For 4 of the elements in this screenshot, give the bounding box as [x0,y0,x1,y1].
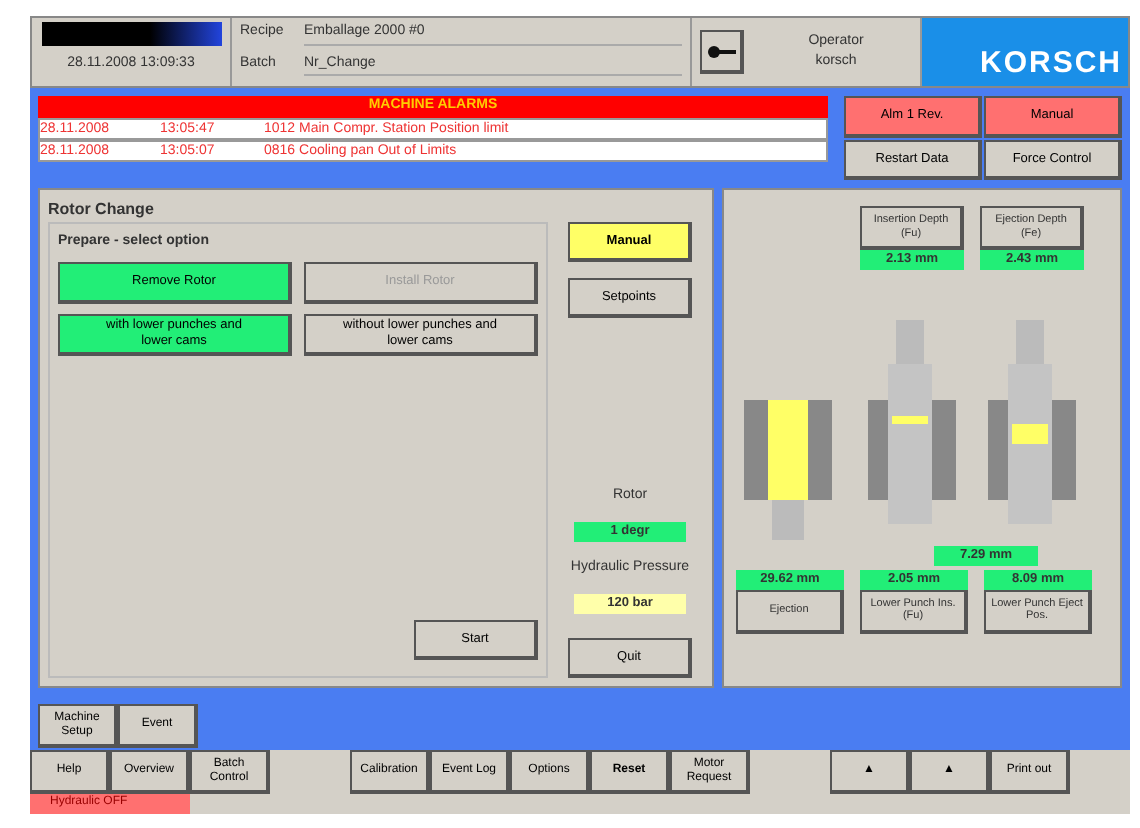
key-icon [707,43,735,59]
panel-title: Rotor Change [48,198,156,222]
key-button[interactable] [700,30,744,74]
logo-text: KORSCH [979,43,1124,83]
